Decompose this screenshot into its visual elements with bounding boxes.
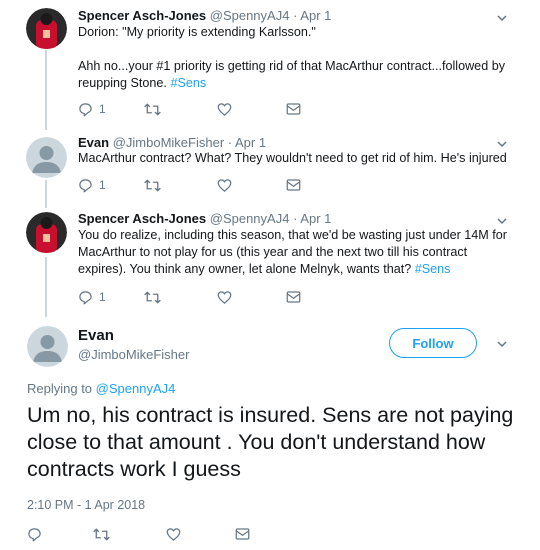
focused-tweet-text: Um no, his contract is insured. Sens are… [27,403,514,481]
default-avatar-image [26,137,67,178]
retweet-button[interactable] [144,101,161,117]
retweet-button[interactable] [144,177,161,193]
chevron-down-icon[interactable] [496,215,508,227]
retweet-icon [144,178,161,192]
heart-icon [217,102,232,116]
direct-message-button[interactable] [235,526,250,542]
retweet-icon [144,102,161,116]
reply-button[interactable] [27,526,42,542]
tweet[interactable]: Spencer Asch-Jones @SpennyAJ4 · Apr 1 Yo… [0,205,540,313]
default-avatar-image [27,326,68,367]
follow-button[interactable]: Follow [389,328,477,358]
avatar[interactable] [27,326,68,367]
user-handle[interactable]: @JimboMikeFisher [113,135,224,150]
display-name[interactable]: Evan [78,135,109,150]
mention-link[interactable]: @SpennyAJ4 [96,381,176,396]
tweet-paragraph: You do realize, including this season, t… [78,228,507,276]
tweet-text: MacArthur contract? What? They wouldn't … [78,150,518,167]
tweet-date[interactable]: · Apr 1 [293,211,331,226]
heart-icon [166,527,181,541]
envelope-icon [286,179,301,191]
reply-button[interactable]: 1 [78,289,106,305]
reply-icon [79,290,92,304]
chevron-down-icon[interactable] [496,12,508,24]
hashtag-link[interactable]: #Sens [415,262,451,276]
display-name[interactable]: Spencer Asch-Jones [78,211,206,226]
retweet-button[interactable] [144,289,161,305]
reply-count: 1 [99,178,106,192]
user-handle[interactable]: @SpennyAJ4 [210,211,290,226]
direct-message-button[interactable] [286,289,301,305]
avatar-image [26,8,67,49]
tweet-text: You do realize, including this season, t… [78,227,510,278]
tweet-paragraph: MacArthur contract? What? They wouldn't … [78,151,507,165]
tweet-paragraph: Ahh no...your #1 priority is getting rid… [78,59,505,90]
user-handle[interactable]: @JimboMikeFisher [78,347,189,362]
reply-button[interactable]: 1 [78,177,106,193]
display-name[interactable]: Evan [78,327,114,344]
tweet[interactable]: Spencer Asch-Jones @SpennyAJ4 · Apr 1 Do… [0,0,540,130]
retweet-button[interactable] [93,526,110,542]
direct-message-button[interactable] [286,101,301,117]
tweet-text: Dorion: "My priority is extending Karlss… [78,24,518,92]
direct-message-button[interactable] [286,177,301,193]
avatar[interactable] [26,212,67,253]
reply-icon [79,102,92,116]
like-button[interactable] [217,101,232,117]
retweet-icon [144,290,161,304]
heart-icon [217,178,232,192]
tweet-header: Spencer Asch-Jones @SpennyAJ4 · Apr 1 [78,8,331,24]
avatar[interactable] [26,137,67,178]
envelope-icon [286,291,301,303]
hashtag-link[interactable]: #Sens [170,76,206,90]
like-button[interactable] [217,289,232,305]
chevron-down-icon[interactable] [496,338,508,350]
chevron-down-icon[interactable] [496,138,508,150]
tweet-date[interactable]: · Apr 1 [228,135,266,150]
user-handle[interactable]: @SpennyAJ4 [210,8,290,23]
tweet-timestamp[interactable]: 2:10 PM - 1 Apr 2018 [27,498,145,512]
replying-to: Replying to @SpennyAJ4 [27,381,176,396]
tweet-paragraph: Dorion: "My priority is extending Karlss… [78,25,316,39]
envelope-icon [286,103,301,115]
reply-count: 1 [99,102,106,116]
reply-button[interactable]: 1 [78,101,106,117]
envelope-icon [235,528,250,540]
reply-icon [28,527,41,541]
tweet-date[interactable]: · Apr 1 [293,8,331,23]
reply-count: 1 [99,290,106,304]
like-button[interactable] [166,526,181,542]
reply-icon [79,178,92,192]
tweet-header: Evan @JimboMikeFisher · Apr 1 [78,135,266,151]
tweet-header: Spencer Asch-Jones @SpennyAJ4 · Apr 1 [78,211,331,227]
like-button[interactable] [217,177,232,193]
display-name[interactable]: Spencer Asch-Jones [78,8,206,23]
avatar-image [26,212,67,253]
avatar[interactable] [26,8,67,49]
tweet[interactable]: Evan @JimboMikeFisher · Apr 1 MacArthur … [0,130,540,205]
retweet-icon [93,527,110,541]
heart-icon [217,290,232,304]
